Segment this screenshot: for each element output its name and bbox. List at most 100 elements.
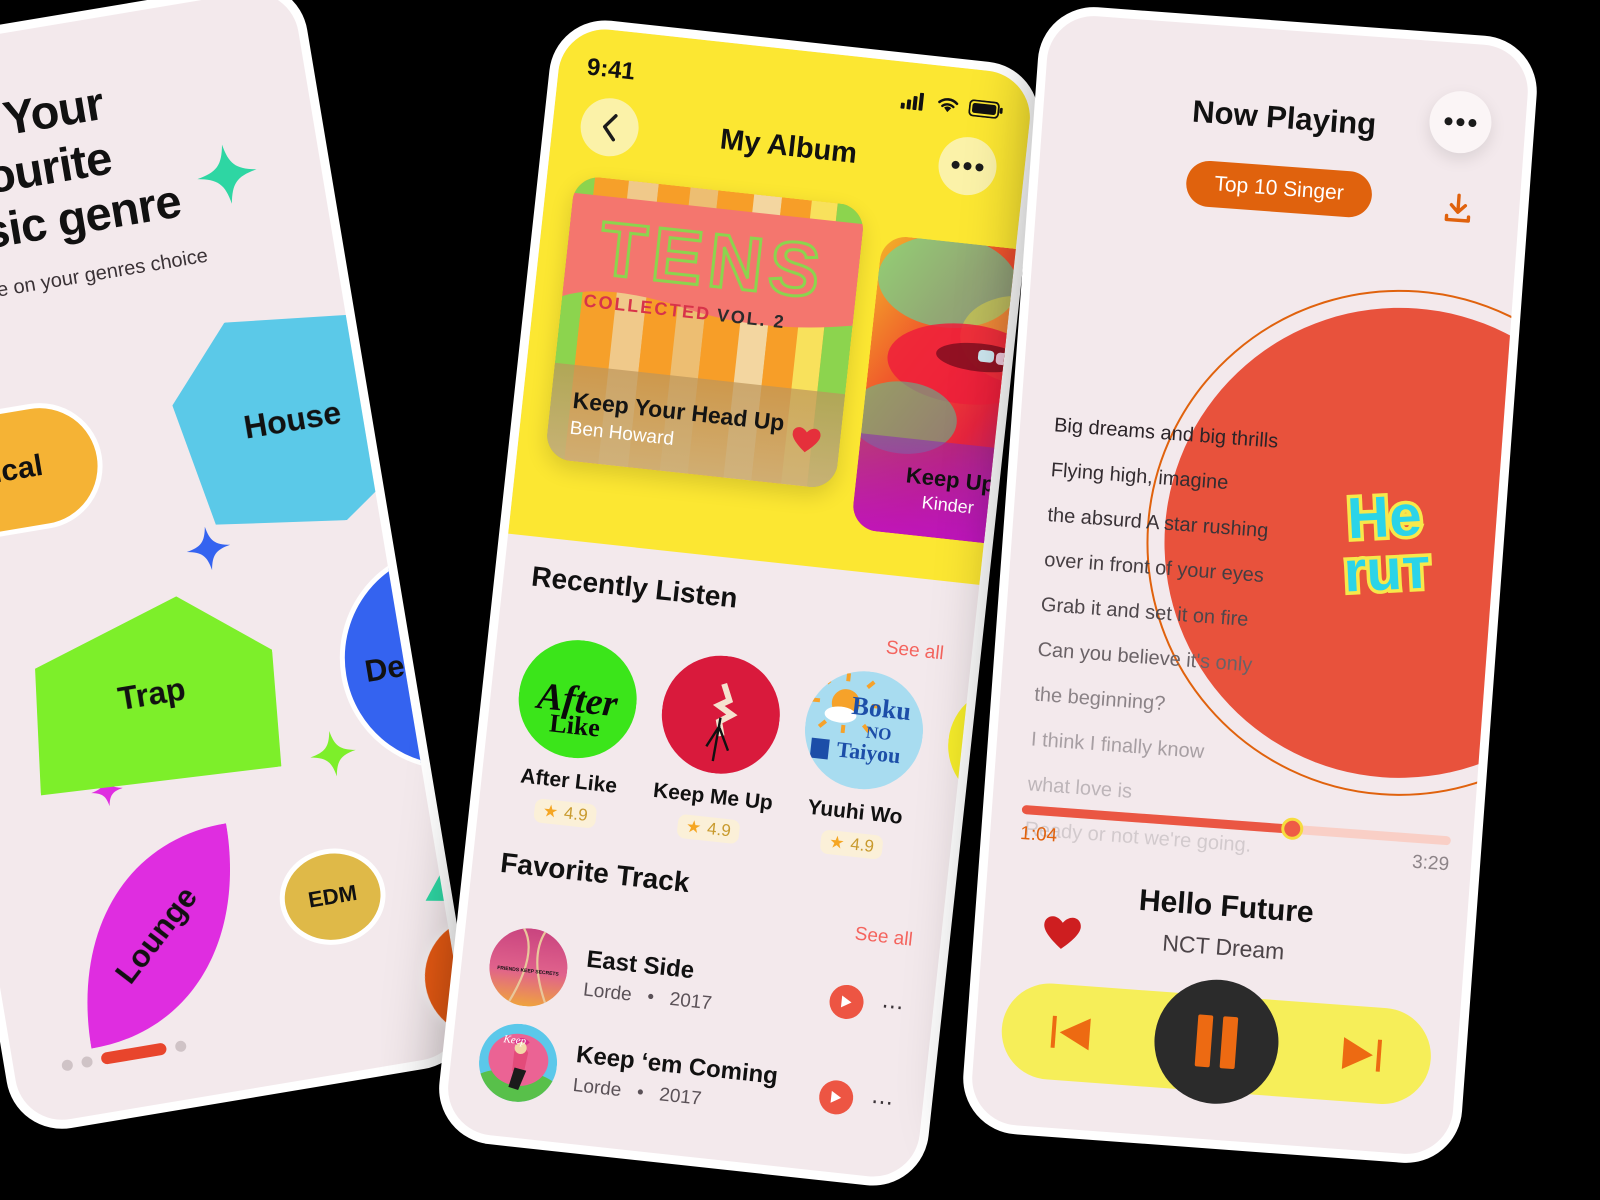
recently-listen-list[interactable]: After Like After Like ★ 4.9 Keep Me Up ★… xyxy=(505,634,1045,876)
more-button[interactable]: ⋯ xyxy=(880,993,907,1021)
genre-chip-trap[interactable]: Trap xyxy=(12,582,291,806)
more-button[interactable] xyxy=(935,134,1000,199)
pause-icon-bar xyxy=(1194,1014,1214,1068)
disc-logo: He ruт xyxy=(1339,479,1435,608)
separator: • xyxy=(646,986,656,1009)
rating-badge: ★ 4.9 xyxy=(532,798,598,829)
lyric-line: over in front of your eyes xyxy=(1043,548,1265,587)
cellular-icon xyxy=(900,88,929,119)
like-button[interactable] xyxy=(1041,915,1082,961)
pagination-dot[interactable] xyxy=(80,1055,94,1068)
play-icon xyxy=(830,1090,842,1103)
time-current: 1:04 xyxy=(1019,822,1058,847)
skip-next-icon xyxy=(1341,1037,1383,1072)
rating-value: 4.9 xyxy=(849,834,875,856)
lyric-line: the beginning? xyxy=(1033,683,1167,716)
ellipsis-icon xyxy=(1444,117,1477,128)
rating-value: 4.9 xyxy=(706,818,732,841)
genre-label: EDM xyxy=(306,879,359,913)
genre-chip-lounge[interactable]: Lounge xyxy=(52,819,262,1052)
previous-button[interactable] xyxy=(1046,1011,1095,1054)
genre-label: Classical xyxy=(0,448,46,503)
back-button[interactable] xyxy=(577,95,642,160)
album-carousel[interactable]: TENS COLLECTED VOL. 2 Keep Your Head Up … xyxy=(538,174,1045,564)
sparkle-icon xyxy=(192,140,261,209)
list-item[interactable]: After Like After Like ★ 4.9 xyxy=(505,634,643,832)
download-button[interactable] xyxy=(1440,190,1477,231)
star-icon: ★ xyxy=(541,801,560,822)
track-name: After Like xyxy=(519,764,619,798)
phone-genre-picker: Pick Your Favourite Music genre Tap once… xyxy=(0,0,480,1138)
progress-knob[interactable] xyxy=(1280,816,1304,841)
genre-label: Lounge xyxy=(108,879,205,991)
page-title: Now Playing xyxy=(1191,93,1378,142)
album-artist: Kinder xyxy=(920,491,975,518)
track-thumbnail xyxy=(655,649,786,780)
track-thumbnail: FRIENDS KEEP SECRETS xyxy=(485,924,572,1011)
list-item[interactable]: Keep Me Up ★ 4.9 xyxy=(648,649,786,848)
more-button[interactable]: ⋯ xyxy=(870,1088,897,1116)
phone-my-album: 9:41 My Album TENS COLLECTED VOL. 2 Keep… xyxy=(433,14,1045,1192)
status-time: 9:41 xyxy=(585,53,637,86)
separator: • xyxy=(635,1081,645,1104)
star-icon: ★ xyxy=(685,816,703,838)
battery-icon xyxy=(967,95,1004,127)
album-title: Keep Up xyxy=(904,461,997,497)
page-title: My Album xyxy=(718,122,859,170)
chevron-left-icon xyxy=(602,114,618,142)
svg-text:Boku: Boku xyxy=(850,691,912,726)
lyric-line: Can you believe it's only xyxy=(1036,638,1253,677)
genre-chip-classical[interactable]: Classical xyxy=(0,393,113,560)
status-badge[interactable]: Top 10 Singer xyxy=(1184,159,1374,219)
genre-chip-edm[interactable]: EDM xyxy=(272,840,393,953)
track-artist: Lorde xyxy=(571,1074,623,1102)
track-name: Yuuhi Wo xyxy=(806,795,904,829)
heart-icon[interactable] xyxy=(790,426,821,462)
lyric-line: Grab it and set it on fire xyxy=(1040,593,1250,631)
album-card[interactable]: TENS COLLECTED VOL. 2 Keep Your Head Up … xyxy=(544,174,866,490)
download-icon xyxy=(1444,193,1471,223)
play-button[interactable] xyxy=(817,1078,855,1117)
phone-now-playing: Now Playing Top 10 Singer He ruт Big dre… xyxy=(959,3,1541,1167)
track-year: 2017 xyxy=(658,1084,703,1110)
pagination-dot[interactable] xyxy=(174,1039,187,1053)
genre-label: Trap xyxy=(115,670,188,718)
pagination-active-bar[interactable] xyxy=(100,1042,168,1066)
list-item[interactable]: Boku NO Taiyou Yuuhi Wo ★ 4.9 xyxy=(792,665,930,863)
pagination-dot[interactable] xyxy=(60,1058,74,1072)
album-header: 9:41 My Album TENS COLLECTED VOL. 2 Keep… xyxy=(508,24,1045,585)
pause-icon-bar xyxy=(1219,1016,1239,1070)
track-thumbnail: After Like xyxy=(512,634,643,765)
more-button[interactable] xyxy=(1427,88,1494,156)
rating-badge: ★ 4.9 xyxy=(675,813,741,845)
lyric-line: the absurd A star rushing xyxy=(1046,504,1270,543)
genre-label: House xyxy=(241,393,344,446)
screenshot-stage: Pick Your Favourite Music genre Tap once… xyxy=(0,0,1600,1200)
genre-chip-house[interactable]: House xyxy=(160,295,424,545)
track-year: 2017 xyxy=(668,988,713,1015)
play-icon xyxy=(840,995,852,1008)
rating-badge: ★ 4.9 xyxy=(819,829,885,860)
time-total: 3:29 xyxy=(1411,851,1450,876)
sparkle-icon xyxy=(307,727,360,780)
track-artist: Lorde xyxy=(582,979,633,1006)
track-thumbnail: Keep xyxy=(475,1019,562,1106)
ellipsis-icon xyxy=(951,160,984,172)
svg-text:Keep: Keep xyxy=(502,1033,527,1048)
skip-previous-icon xyxy=(1050,1015,1091,1051)
next-button[interactable] xyxy=(1338,1033,1387,1076)
pagination[interactable] xyxy=(60,1039,187,1072)
disc-logo-line-2: ruт xyxy=(1339,532,1435,608)
wifi-icon xyxy=(934,91,961,121)
track-thumbnail: Boku NO Taiyou xyxy=(798,665,930,796)
lyric-line: Flying high, imagine xyxy=(1050,459,1230,495)
track-name: Keep Me Up xyxy=(652,778,774,815)
svg-text:Like: Like xyxy=(548,708,601,742)
rating-value: 4.9 xyxy=(563,803,589,825)
heart-icon xyxy=(1044,916,1081,949)
play-button[interactable] xyxy=(827,983,866,1021)
star-icon: ★ xyxy=(828,832,846,853)
lyric-line: I think I finally know xyxy=(1030,728,1205,764)
genre-label: Deep house xyxy=(362,625,480,689)
sparkle-icon xyxy=(183,523,234,574)
